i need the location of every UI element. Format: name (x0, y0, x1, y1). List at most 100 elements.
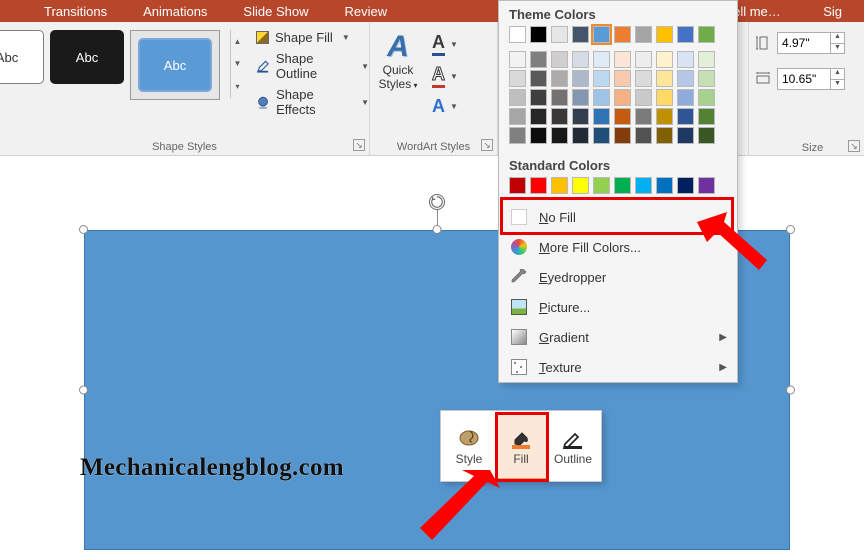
color-swatch[interactable] (698, 26, 715, 43)
color-swatch[interactable] (593, 108, 610, 125)
shape-style-preview-2[interactable]: Abc (50, 30, 124, 84)
text-fill-button[interactable]: A▼ (432, 32, 458, 56)
color-swatch[interactable] (530, 108, 547, 125)
shape-style-preview-selected[interactable]: Abc (130, 30, 220, 100)
color-swatch[interactable] (572, 177, 589, 194)
resize-handle-ne[interactable] (786, 225, 795, 234)
color-swatch[interactable] (614, 108, 631, 125)
text-effects-button[interactable]: A▼ (432, 96, 458, 117)
color-swatch[interactable] (530, 26, 547, 43)
shape-style-gallery[interactable]: Abc Abc Abc ▲ ▼ ▾ (0, 30, 244, 100)
color-swatch[interactable] (677, 108, 694, 125)
color-swatch[interactable] (614, 89, 631, 106)
color-swatch[interactable] (572, 89, 589, 106)
resize-handle-nw[interactable] (79, 225, 88, 234)
color-swatch[interactable] (677, 127, 694, 144)
texture-fill-item[interactable]: Texture ▶ (499, 352, 737, 382)
color-swatch[interactable] (509, 70, 526, 87)
color-swatch[interactable] (551, 89, 568, 106)
color-swatch[interactable] (572, 108, 589, 125)
color-swatch[interactable] (572, 51, 589, 68)
color-swatch[interactable] (698, 51, 715, 68)
quick-styles-button[interactable]: A QuickStyles ▾ (370, 30, 426, 155)
color-swatch[interactable] (509, 26, 526, 43)
color-swatch[interactable] (509, 108, 526, 125)
height-spinner[interactable]: ▲▼ (830, 33, 844, 53)
color-swatch[interactable] (656, 177, 673, 194)
text-outline-button[interactable]: A▼ (432, 64, 458, 88)
color-swatch[interactable] (530, 51, 547, 68)
color-swatch[interactable] (635, 51, 652, 68)
color-swatch[interactable] (677, 51, 694, 68)
height-input[interactable]: 4.97" ▲▼ (777, 32, 845, 54)
tab-transitions[interactable]: Transitions (26, 4, 125, 19)
color-swatch[interactable] (530, 127, 547, 144)
color-swatch[interactable] (656, 127, 673, 144)
color-swatch[interactable] (656, 26, 673, 43)
color-swatch[interactable] (698, 127, 715, 144)
dialog-launcher-size[interactable]: ↘ (848, 140, 860, 152)
color-swatch[interactable] (509, 89, 526, 106)
picture-fill-item[interactable]: Picture... (499, 292, 737, 322)
color-swatch[interactable] (551, 177, 568, 194)
color-swatch[interactable] (677, 26, 694, 43)
width-spinner[interactable]: ▲▼ (830, 69, 844, 89)
color-swatch[interactable] (635, 127, 652, 144)
shape-effects-button[interactable]: Shape Effects ▼ (256, 87, 369, 117)
tab-animations[interactable]: Animations (125, 4, 225, 19)
color-swatch[interactable] (572, 127, 589, 144)
color-swatch[interactable] (551, 127, 568, 144)
shape-style-preview-1[interactable]: Abc (0, 30, 44, 84)
color-swatch[interactable] (635, 89, 652, 106)
color-swatch[interactable] (614, 177, 631, 194)
color-swatch[interactable] (635, 70, 652, 87)
color-swatch[interactable] (551, 51, 568, 68)
color-swatch[interactable] (530, 70, 547, 87)
width-input[interactable]: 10.65" ▲▼ (777, 68, 845, 90)
tab-sign-in[interactable]: Sig (805, 4, 860, 19)
color-swatch[interactable] (509, 177, 526, 194)
resize-handle-w[interactable] (79, 386, 88, 395)
mini-fill-button[interactable]: Fill (495, 413, 547, 479)
color-swatch[interactable] (572, 70, 589, 87)
color-swatch[interactable] (677, 177, 694, 194)
color-swatch[interactable] (656, 51, 673, 68)
mini-outline-button[interactable]: Outline (547, 413, 599, 479)
color-swatch[interactable] (635, 177, 652, 194)
color-swatch[interactable] (593, 127, 610, 144)
color-swatch[interactable] (551, 26, 568, 43)
color-swatch[interactable] (635, 26, 652, 43)
color-swatch[interactable] (656, 70, 673, 87)
color-swatch[interactable] (593, 177, 610, 194)
resize-handle-e[interactable] (786, 386, 795, 395)
color-swatch[interactable] (698, 70, 715, 87)
color-swatch[interactable] (530, 177, 547, 194)
shape-fill-button[interactable]: Shape Fill ▼ (256, 30, 369, 45)
color-swatch[interactable] (698, 89, 715, 106)
rotate-handle[interactable] (429, 194, 445, 210)
color-swatch[interactable] (635, 108, 652, 125)
color-swatch-selected[interactable] (593, 26, 610, 43)
color-swatch[interactable] (614, 127, 631, 144)
color-swatch[interactable] (551, 70, 568, 87)
color-swatch[interactable] (551, 108, 568, 125)
color-swatch[interactable] (593, 51, 610, 68)
dialog-launcher-wordart[interactable]: ↘ (481, 139, 493, 151)
color-swatch[interactable] (530, 89, 547, 106)
color-swatch[interactable] (572, 26, 589, 43)
color-swatch[interactable] (656, 89, 673, 106)
tab-slideshow[interactable]: Slide Show (225, 4, 326, 19)
color-swatch[interactable] (656, 108, 673, 125)
color-swatch[interactable] (677, 89, 694, 106)
color-swatch[interactable] (593, 70, 610, 87)
color-swatch[interactable] (593, 89, 610, 106)
color-swatch[interactable] (614, 51, 631, 68)
color-swatch[interactable] (677, 70, 694, 87)
shape-outline-button[interactable]: Shape Outline ▼ (256, 51, 369, 81)
color-swatch[interactable] (698, 108, 715, 125)
color-swatch[interactable] (509, 51, 526, 68)
color-swatch[interactable] (614, 70, 631, 87)
color-swatch[interactable] (509, 127, 526, 144)
color-swatch[interactable] (698, 177, 715, 194)
gradient-fill-item[interactable]: Gradient ▶ (499, 322, 737, 352)
